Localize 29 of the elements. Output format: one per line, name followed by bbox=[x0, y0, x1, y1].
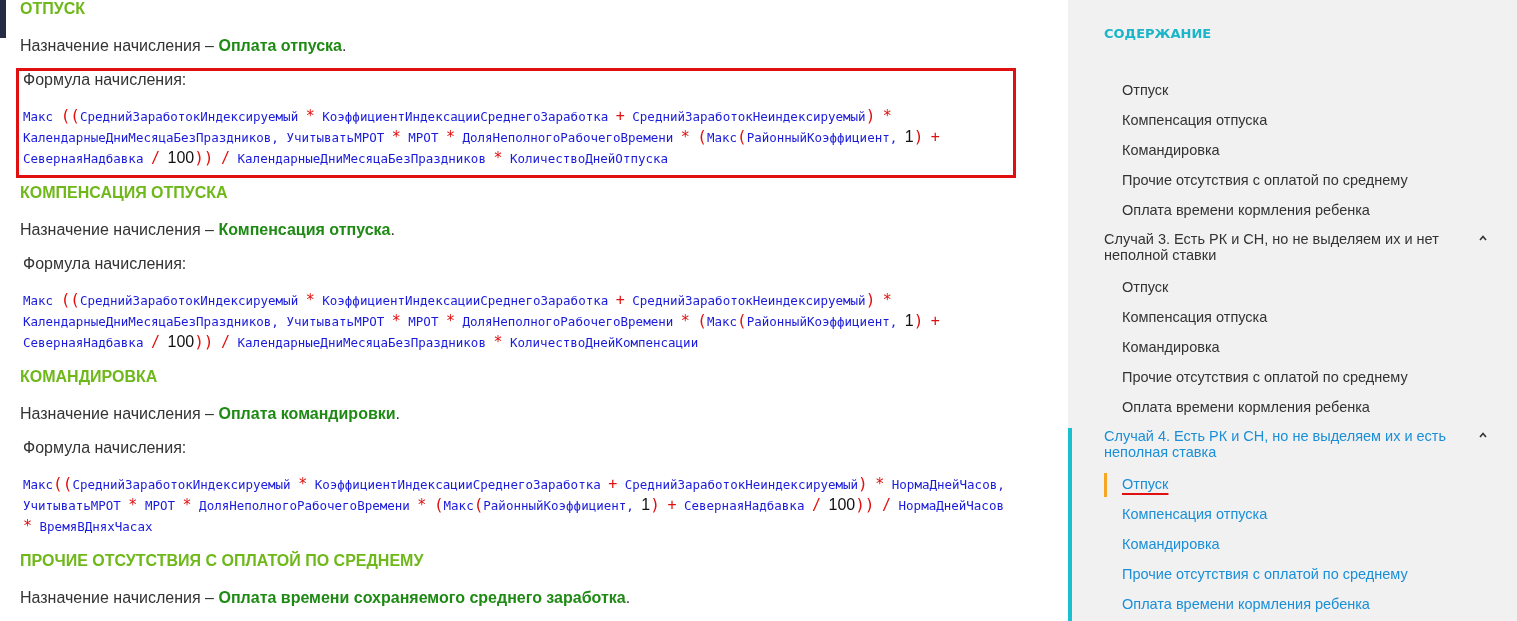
chevron-icon[interactable] bbox=[1479, 235, 1487, 241]
formula-code: Макс ((СреднийЗаработокИндексируемый * КоэффициентИндексацииСреднегоЗаработка + СреднийЗаработокНеиндексируемый) * КалендарныеДниМесяцаБезПраздников, УчитыватьМРОТ * МРОТ * ДоляНеполногоРабочегоВремени * (Макс(РайонныйКоэффициент, 1) + СевернаяНадбавка / 100)) / КалендарныеДниМесяцаБезПраздников * КоличествоДнейОтпуска bbox=[23, 106, 941, 169]
toc-link[interactable]: Отпуск bbox=[1104, 276, 1169, 300]
toc-link[interactable]: Оплата времени кормления ребенка bbox=[1104, 396, 1370, 420]
toc-link[interactable]: Командировка bbox=[1104, 139, 1220, 163]
toc-link[interactable]: Прочие отсутствия с оплатой по среднему bbox=[1104, 366, 1408, 390]
toc-link[interactable]: Отпуск bbox=[1104, 79, 1169, 103]
toc-link[interactable]: Командировка bbox=[1104, 336, 1220, 360]
toc-link[interactable]: Оплата времени кормления ребенка bbox=[1104, 199, 1370, 223]
toc-group-link[interactable]: Случай 3. Есть РК и СН, но не выделяем их и нет неполной ставки bbox=[1104, 231, 1474, 263]
section-heading: ОТПУСК bbox=[20, 0, 86, 18]
section-heading: КОМАНДИРОВКА bbox=[20, 368, 159, 386]
toc-link[interactable]: Прочие отсутствия с оплатой по среднему bbox=[1104, 169, 1408, 193]
sidebar-heading: СОДЕРЖАНИЕ bbox=[1104, 26, 1213, 41]
assignment-text: Назначение начисления – Оплата времени сохраняемого среднего заработка. bbox=[20, 589, 632, 607]
formula-label: Формула начисления: bbox=[23, 71, 188, 89]
toc-link[interactable]: Компенсация отпуска bbox=[1104, 109, 1268, 133]
formula-label: Формула начисления: bbox=[23, 439, 188, 457]
section-heading: КОМПЕНСАЦИЯ ОТПУСКА bbox=[20, 184, 229, 202]
chevron-icon[interactable] bbox=[1479, 432, 1487, 438]
formula-code: Макс ((СреднийЗаработокИндексируемый * КоэффициентИндексацииСреднегоЗаработка + СреднийЗаработокНеиндексируемый) * КалендарныеДниМесяцаБезПраздников, УчитыватьМРОТ * МРОТ * ДоляНеполногоРабочегоВремени * (Макс(РайонныйКоэффициент, 1) + СевернаяНадбавка / 100)) / КалендарныеДниМесяцаБезПраздников * КоличествоДнейКомпенсации bbox=[23, 290, 941, 353]
toc-link[interactable]: Компенсация отпуска bbox=[1104, 306, 1268, 330]
assignment-text: Назначение начисления – Компенсация отпуска. bbox=[20, 221, 396, 239]
formula-label: Формула начисления: bbox=[23, 255, 188, 273]
assignment-text: Назначение начисления – Оплата командировки. bbox=[20, 405, 402, 423]
formula-code: Макс((СреднийЗаработокИндексируемый * КоэффициентИндексацииСреднегоЗаработка + СреднийЗаработокНеиндексируемый) * НормаДнейЧасов, УчитыватьМРОТ * МРОТ * ДоляНеполногоРабочегоВремени * (Макс(РайонныйКоэффициент, 1) + СевернаяНадбавка / 100)) / НормаДнейЧасов * ВремяВДняхЧасах bbox=[23, 474, 1006, 537]
assignment-text: Назначение начисления – Оплата отпуска. bbox=[20, 37, 348, 55]
accent-bar bbox=[0, 0, 6, 38]
section-heading: ПРОЧИЕ ОТСУТСТВИЯ С ОПЛАТОЙ ПО СРЕДНЕМУ bbox=[20, 552, 425, 570]
